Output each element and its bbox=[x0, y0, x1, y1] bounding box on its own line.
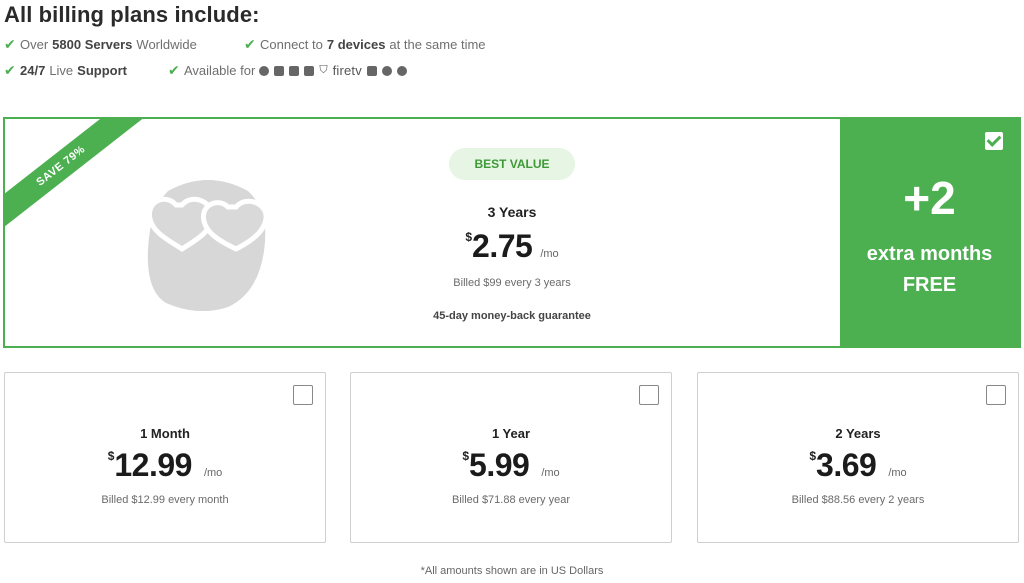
plan-term: 1 Year bbox=[491, 426, 531, 441]
feature-bold: 24/7 bbox=[20, 63, 46, 78]
chrome-icon bbox=[381, 65, 392, 76]
bonus-free: FREE bbox=[902, 274, 957, 296]
billing-note: Billed $99 every 3 years bbox=[453, 277, 571, 289]
feature-text: Worldwide bbox=[136, 37, 197, 52]
billing-note: Billed $88.56 every 2 years bbox=[791, 494, 925, 506]
money-back-guarantee: 45-day money-back guarantee bbox=[433, 310, 591, 322]
apple-icon bbox=[259, 65, 270, 76]
feature-text: Over bbox=[20, 37, 49, 52]
billing-note: Billed $12.99 every month bbox=[101, 494, 229, 506]
price-amount: 2.75 bbox=[472, 228, 533, 264]
check-icon: ✔ bbox=[4, 62, 16, 78]
android-icon bbox=[274, 65, 285, 76]
plan-price: $5.99/mo bbox=[351, 447, 671, 484]
feature-support: ✔ 24/7 Live Support bbox=[4, 62, 127, 79]
page-title: All billing plans include: bbox=[4, 2, 260, 27]
plan-card-1-month[interactable]: 1 Month $12.99/mo Billed $12.99 every mo… bbox=[4, 372, 326, 543]
mascot-illustration bbox=[147, 180, 269, 311]
feature-bold: 5800 Servers bbox=[52, 37, 133, 52]
feature-servers: ✔ Over 5800 Servers Worldwide bbox=[4, 36, 197, 53]
feature-text: Live bbox=[49, 63, 74, 78]
firefox-icon bbox=[396, 65, 407, 76]
plan-term: 1 Month bbox=[140, 426, 190, 441]
billing-note: Billed $71.88 every year bbox=[451, 494, 570, 506]
router-icon bbox=[366, 65, 377, 76]
plan-card-3-years[interactable]: SAVE 79% BEST VALUE 3 Years $2.75/mo Bil… bbox=[3, 117, 1021, 348]
mac-finder-icon bbox=[289, 65, 300, 76]
firetv-icon: firetv bbox=[332, 63, 362, 78]
plan-term: 2 Years bbox=[835, 426, 881, 441]
price-period: /mo bbox=[540, 248, 559, 260]
plan-checkbox[interactable] bbox=[639, 385, 659, 405]
feature-text: Connect to bbox=[260, 37, 323, 52]
check-icon: ✔ bbox=[168, 62, 180, 78]
save-ribbon-label: SAVE 79% bbox=[5, 119, 148, 238]
price-amount: 5.99 bbox=[469, 447, 530, 483]
best-value-badge: BEST VALUE bbox=[449, 148, 575, 180]
currency-footnote: *All amounts shown are in US Dollars bbox=[420, 565, 604, 577]
plan-checkbox[interactable] bbox=[293, 385, 313, 405]
feature-bold: 7 devices bbox=[326, 37, 386, 52]
linux-icon: ⛉ bbox=[319, 64, 328, 76]
plan-checkbox-checked[interactable] bbox=[985, 132, 1003, 150]
plan-checkbox[interactable] bbox=[986, 385, 1006, 405]
bonus-text: extra months bbox=[866, 243, 993, 265]
bonus-panel: +2 extra months FREE bbox=[840, 119, 1019, 346]
save-ribbon: SAVE 79% bbox=[5, 119, 155, 269]
price-period: /mo bbox=[203, 467, 223, 479]
plan-term: 3 Years bbox=[487, 204, 537, 220]
price-period: /mo bbox=[888, 467, 907, 479]
plan-card-1-year[interactable]: 1 Year $5.99/mo Billed $71.88 every year bbox=[350, 372, 672, 543]
feature-bold: Support bbox=[77, 63, 127, 78]
check-icon: ✔ bbox=[4, 36, 16, 52]
plan-price: $3.69/mo bbox=[698, 447, 1018, 484]
price-amount: 3.69 bbox=[816, 447, 877, 483]
feature-devices: ✔ Connect to 7 devices at the same time bbox=[244, 36, 486, 53]
windows-icon bbox=[304, 65, 315, 76]
plan-card-2-years[interactable]: 2 Years $3.69/mo Billed $88.56 every 2 y… bbox=[697, 372, 1019, 543]
check-icon: ✔ bbox=[244, 36, 256, 52]
plan-price: $2.75/mo bbox=[405, 228, 619, 265]
feature-platforms: ✔ Available for ⛉ firetv bbox=[168, 62, 407, 79]
platform-icons: ⛉ firetv bbox=[259, 63, 407, 78]
bonus-months: +2 bbox=[903, 172, 956, 224]
plan-price: $12.99/mo bbox=[5, 447, 325, 484]
price-amount: 12.99 bbox=[114, 447, 192, 483]
feature-text: at the same time bbox=[389, 37, 486, 52]
feature-text: Available for bbox=[184, 63, 256, 78]
price-period: /mo bbox=[541, 467, 560, 479]
